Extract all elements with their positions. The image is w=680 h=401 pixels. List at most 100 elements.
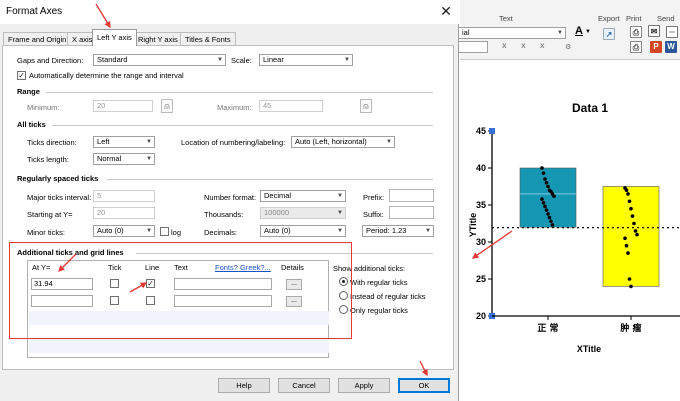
bold-toggle[interactable] [458, 41, 488, 53]
ok-button[interactable]: OK [398, 378, 450, 393]
suffix-input[interactable] [389, 206, 434, 219]
empty-row [29, 311, 329, 325]
chevron-down-icon: ▼ [337, 193, 343, 199]
ticks-length-select[interactable]: Normal ▼ [93, 153, 155, 165]
starting-label: Starting at Y= [27, 210, 73, 219]
maximum-input[interactable]: 45 [259, 100, 323, 112]
tab-titles-fonts[interactable]: Titles & Fonts [180, 32, 236, 45]
radio-instead-regular-label: Instead of regular ticks [350, 292, 426, 301]
thousands-select[interactable]: 100000 ▼ [260, 207, 346, 219]
row2-text-input[interactable] [174, 295, 272, 307]
data-point [546, 212, 550, 216]
minor-ticks-select[interactable]: Auto (0) ▼ [93, 225, 155, 237]
auto-range-checkbox[interactable]: ✓ [17, 71, 26, 80]
additional-section-title: Additional ticks and grid lines [17, 248, 124, 257]
minor-ticks-label: Minor ticks: [27, 228, 65, 237]
fonts-greek-link[interactable]: Fonts? Greek?... [215, 261, 271, 274]
location-label: Location of numbering/labeling: [181, 138, 286, 147]
row1-details-button[interactable]: ... [286, 279, 302, 290]
period-value: Period: 1.23 [366, 226, 407, 235]
row2-tick-checkbox[interactable] [110, 296, 119, 305]
empty-row [29, 339, 329, 353]
tab-frame-and-origin[interactable]: Frame and Origin [3, 32, 72, 45]
powerpoint-icon[interactable]: P [650, 41, 662, 53]
row1-tick-checkbox[interactable] [110, 279, 119, 288]
export-icon[interactable]: ↗ [603, 28, 615, 40]
print-icon[interactable]: ⎙ [630, 26, 642, 38]
decimals-select[interactable]: Auto (0) ▼ [260, 225, 346, 237]
chevron-down-icon: ▼ [217, 57, 223, 63]
x-tick-label: 正 常 [537, 322, 558, 334]
chevron-down-icon: ▼ [557, 30, 563, 36]
cancel-button[interactable]: Cancel [278, 378, 330, 393]
major-interval-label: Major ticks interval: [27, 193, 92, 202]
data-point [635, 232, 639, 237]
font-color-icon[interactable]: A [575, 25, 583, 37]
chevron-down-icon: ▼ [146, 156, 152, 162]
print-preview-icon[interactable]: ⎙ [630, 41, 642, 53]
number-format-value: Decimal [264, 191, 292, 200]
data-point [546, 184, 550, 189]
ticks-length-label: Ticks length: [27, 155, 69, 164]
row1-at-y-input[interactable]: 31.94 [31, 278, 93, 290]
share-icon[interactable]: ⋯ [666, 26, 678, 38]
row2-line-checkbox[interactable] [146, 296, 155, 305]
period-select[interactable]: Period: 1.23 ▼ [362, 225, 434, 237]
email-icon[interactable]: ✉ [648, 25, 660, 37]
export-group-label: Export [598, 14, 620, 23]
apply-button[interactable]: Apply [338, 378, 390, 393]
ticks-length-value: Normal [97, 154, 122, 163]
more-text-icon[interactable]: ⚙ [565, 43, 571, 51]
additional-ticks-table: At Y= Tick Line Text Fonts? Greek?... De… [27, 260, 329, 358]
data-point [626, 251, 630, 255]
data-point [627, 199, 632, 204]
radio-only-regular[interactable] [339, 305, 348, 314]
data-point [544, 208, 549, 212]
lock-icon[interactable]: ⍝ [161, 99, 173, 113]
radio-with-regular[interactable] [339, 277, 348, 286]
scale-value: Linear [263, 55, 284, 64]
radio-instead-regular[interactable] [339, 291, 348, 300]
prefix-input[interactable] [389, 189, 434, 202]
close-icon[interactable]: ✕ [438, 3, 454, 20]
ticks-direction-select[interactable]: Left ▼ [93, 136, 155, 148]
row1-line-checkbox[interactable]: ✓ [146, 279, 155, 288]
dialog-titlebar: Format Axes ✕ [0, 0, 459, 24]
chevron-down-icon: ▼ [386, 139, 392, 145]
text-format-icons[interactable]: ⅹ ⅹ ⅹ [502, 41, 551, 50]
log-checkbox[interactable] [160, 227, 169, 236]
row2-at-y-input[interactable] [31, 295, 93, 307]
help-button[interactable]: Help [218, 378, 270, 393]
tab-left-y-axis[interactable]: Left Y axis [92, 29, 137, 46]
chevron-down-icon: ▼ [425, 228, 431, 234]
major-interval-input[interactable]: 5 [93, 190, 155, 202]
minor-ticks-value: Auto (0) [97, 226, 124, 235]
data-point [544, 181, 549, 185]
word-icon[interactable]: W [665, 41, 677, 53]
chevron-down-icon[interactable]: ▼ [585, 29, 591, 35]
gaps-select[interactable]: Standard ▼ [93, 54, 226, 66]
starting-input[interactable]: 20 [93, 207, 155, 219]
col-line: Line [145, 263, 160, 272]
minimum-input[interactable]: 20 [93, 100, 153, 112]
range-divider [46, 92, 433, 93]
lock-icon[interactable]: ⍝ [360, 99, 372, 113]
row2-details-button[interactable]: ... [286, 296, 302, 307]
data-point [552, 194, 556, 198]
font-name-select[interactable]: ial ▼ [458, 27, 566, 39]
tab-right-y-axis[interactable]: Right Y axis [133, 32, 183, 45]
number-format-select[interactable]: Decimal ▼ [260, 190, 346, 202]
location-select[interactable]: Auto (Left, horizontal) ▼ [291, 136, 395, 148]
gaps-label: Gaps and Direction: [17, 56, 84, 65]
data-point [629, 284, 633, 289]
data-point [633, 229, 638, 233]
y-tick-label: 30 [476, 237, 486, 247]
data-point [541, 171, 546, 175]
col-details: Details [281, 263, 304, 272]
chart-title: Data 1 [572, 101, 608, 115]
row1-text-input[interactable] [174, 278, 272, 290]
suffix-label: Suffix: [363, 210, 384, 219]
location-value: Auto (Left, horizontal) [295, 137, 367, 146]
scale-label: Scale: [231, 56, 252, 65]
scale-select[interactable]: Linear ▼ [259, 54, 353, 66]
